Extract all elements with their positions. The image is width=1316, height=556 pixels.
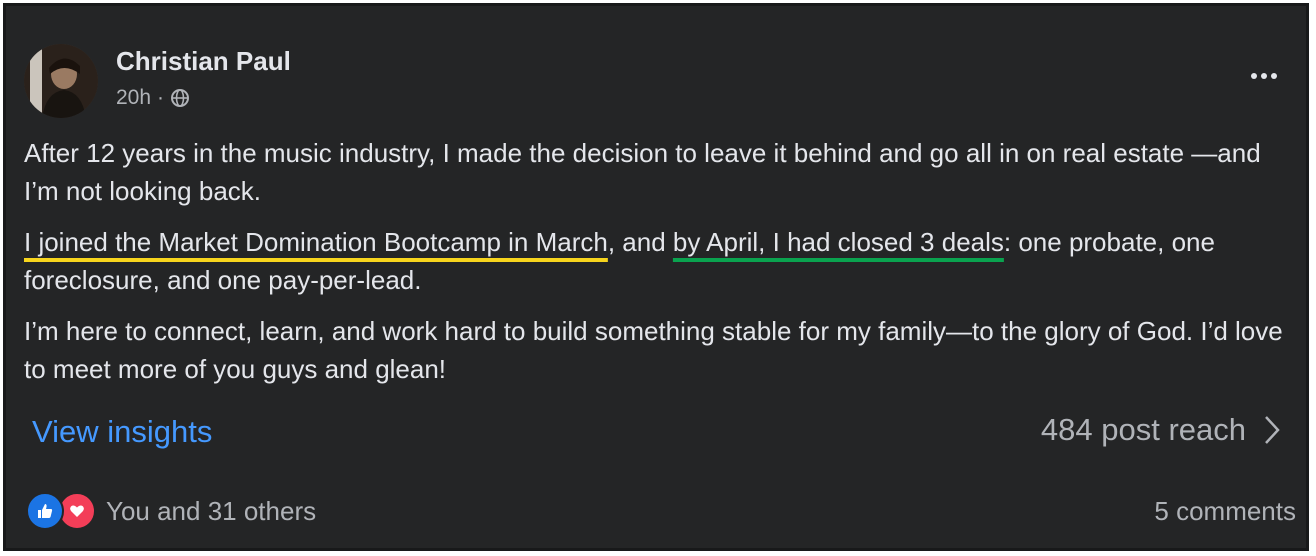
view-insights-link[interactable]: View insights xyxy=(32,414,212,450)
paragraph-3: I’m here to connect, learn, and work har… xyxy=(24,316,1283,384)
highlight-yellow-text: I joined the Market Domination Bootcamp … xyxy=(24,227,608,257)
post-reach-label: 484 post reach xyxy=(1040,412,1246,447)
reactions-summary[interactable]: You and 31 others xyxy=(26,492,316,530)
paragraph-2-mid: , and xyxy=(607,227,673,257)
chevron-right-icon xyxy=(1265,416,1280,444)
reactions-text: You and 31 others xyxy=(106,495,317,526)
reaction-icons xyxy=(26,492,96,530)
author-name[interactable]: Christian Paul xyxy=(116,46,291,77)
globe-icon[interactable] xyxy=(170,88,190,108)
more-options-icon[interactable] xyxy=(1244,58,1284,94)
post-reach-button[interactable]: 484 post reach xyxy=(1041,412,1282,448)
like-icon xyxy=(26,492,64,530)
paragraph-1: After 12 years in the music industry, I … xyxy=(24,138,1261,206)
post-card: Christian Paul 20h · After 12 years in t… xyxy=(3,3,1309,551)
post-body: After 12 years in the music industry, I … xyxy=(24,134,1294,401)
comments-count-link[interactable]: 5 comments xyxy=(1154,496,1296,527)
avatar[interactable] xyxy=(24,44,98,118)
highlight-green-text: by April, I had closed 3 deals xyxy=(672,227,1004,257)
paragraph-2: I joined the Market Domination Bootcamp … xyxy=(24,223,1294,299)
post-meta: 20h · xyxy=(116,86,190,110)
meta-separator: · xyxy=(157,86,165,109)
timestamp[interactable]: 20h xyxy=(116,86,151,110)
